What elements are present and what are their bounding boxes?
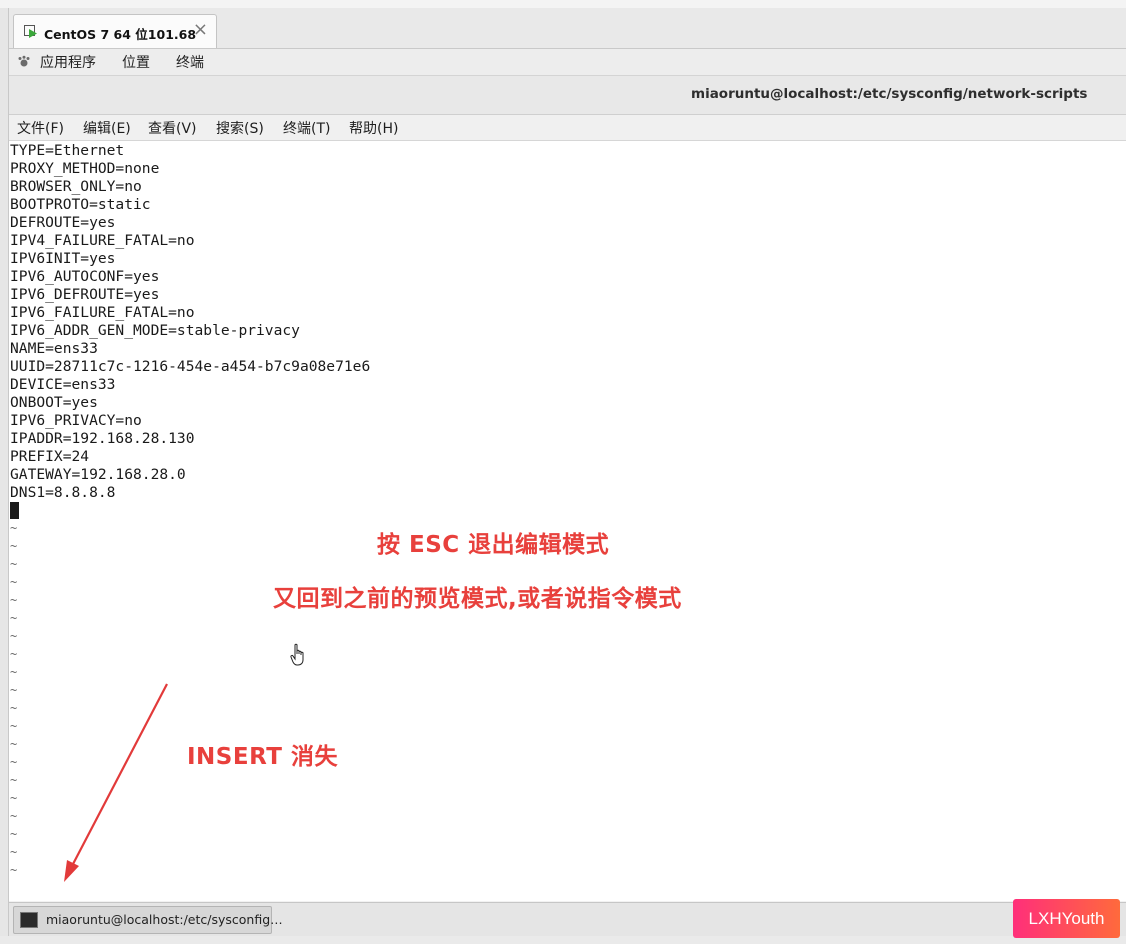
terminal-menubar: 文件(F) 编辑(E) 查看(V) 搜索(S) 终端(T) 帮助(H) xyxy=(9,115,1126,141)
file-line: DEFROUTE=yes xyxy=(10,214,116,231)
empty-line-tilde: ~ xyxy=(10,539,18,553)
empty-line-tilde: ~ xyxy=(10,773,18,787)
host-top-strip xyxy=(0,0,1126,8)
terminal-icon xyxy=(20,912,38,928)
vm-tab[interactable]: CentOS 7 64 位101.68 × xyxy=(13,14,217,48)
empty-line-tilde: ~ xyxy=(10,791,18,805)
file-line: DEVICE=ens33 xyxy=(10,376,116,393)
empty-line-tilde: ~ xyxy=(10,827,18,841)
menu-file[interactable]: 文件(F) xyxy=(17,118,64,138)
file-line: NAME=ens33 xyxy=(10,340,98,357)
file-line: UUID=28711c7c-1216-454e-a454-b7c9a08e71e… xyxy=(10,358,371,375)
taskbar: miaoruntu@localhost:/etc/sysconfig… xyxy=(9,902,1126,937)
file-line: BOOTPROTO=static xyxy=(10,196,151,213)
file-line: IPV6_FAILURE_FATAL=no xyxy=(10,304,195,321)
empty-line-tilde: ~ xyxy=(10,575,18,589)
taskbar-item-label: miaoruntu@localhost:/etc/sysconfig… xyxy=(46,912,283,927)
watermark-badge: LXHYouth xyxy=(1013,899,1120,938)
window-title: miaoruntu@localhost:/etc/sysconfig/netwo… xyxy=(691,86,1088,102)
file-line: IPV6_AUTOCONF=yes xyxy=(10,268,160,285)
empty-line-tilde: ~ xyxy=(10,719,18,733)
taskbar-terminal-item[interactable]: miaoruntu@localhost:/etc/sysconfig… xyxy=(13,906,283,934)
host-left-edge xyxy=(0,8,9,944)
annotation-esc: 按 ESC 退出编辑模式 xyxy=(377,532,610,559)
close-icon[interactable]: × xyxy=(193,20,208,40)
file-line: DNS1=8.8.8.8 xyxy=(10,484,116,501)
empty-line-tilde: ~ xyxy=(10,845,18,859)
empty-line-tilde: ~ xyxy=(10,683,18,697)
empty-line-tilde: ~ xyxy=(10,593,18,607)
file-line: ONBOOT=yes xyxy=(10,394,98,411)
file-line: IPV6_DEFROUTE=yes xyxy=(10,286,160,303)
terminal-title-bar[interactable]: miaoruntu@localhost:/etc/sysconfig/netwo… xyxy=(9,76,1126,115)
empty-line-tilde: ~ xyxy=(10,863,18,877)
menu-terminal-settings[interactable]: 终端(T) xyxy=(283,118,330,138)
file-line: IPADDR=192.168.28.130 xyxy=(10,430,195,447)
menu-search[interactable]: 搜索(S) xyxy=(216,118,264,138)
gnome-top-panel: 应用程序 位置 终端 xyxy=(9,49,1126,76)
apps-foot-icon xyxy=(18,55,30,67)
file-line: PREFIX=24 xyxy=(10,448,90,465)
empty-line-tilde: ~ xyxy=(10,665,18,679)
vm-tab-label: CentOS 7 64 位101.68 xyxy=(44,27,197,42)
empty-line-tilde: ~ xyxy=(10,809,18,823)
file-line: IPV6_PRIVACY=no xyxy=(10,412,142,429)
menu-places[interactable]: 位置 xyxy=(122,52,150,72)
file-line: GATEWAY=192.168.28.0 xyxy=(10,466,186,483)
file-line: TYPE=Ethernet xyxy=(10,142,125,159)
host-bottom-strip xyxy=(0,936,1126,944)
empty-line-tilde: ~ xyxy=(10,647,18,661)
file-line: PROXY_METHOD=none xyxy=(10,160,160,177)
empty-line-tilde: ~ xyxy=(10,701,18,715)
empty-line-tilde: ~ xyxy=(10,611,18,625)
empty-line-tilde: ~ xyxy=(10,629,18,643)
text-cursor xyxy=(10,502,19,519)
empty-line-markers: ~ ~ ~ ~ ~ ~ ~ ~ ~ ~ ~ ~ ~ ~ ~ ~ ~ ~ ~ ~ xyxy=(10,519,17,879)
empty-line-tilde: ~ xyxy=(10,557,18,571)
menu-view[interactable]: 查看(V) xyxy=(148,118,197,138)
empty-line-tilde: ~ xyxy=(10,755,18,769)
annotation-insert: INSERT 消失 xyxy=(187,744,338,771)
empty-line-tilde: ~ xyxy=(10,737,18,751)
menu-edit[interactable]: 编辑(E) xyxy=(83,118,131,138)
vm-tab-bar: CentOS 7 64 位101.68 × xyxy=(9,8,1126,49)
terminal-area[interactable]: TYPE=Ethernet PROXY_METHOD=none BROWSER_… xyxy=(9,141,1126,901)
menu-applications[interactable]: 应用程序 xyxy=(40,52,96,72)
menu-terminal[interactable]: 终端 xyxy=(176,52,204,72)
hand-pointer-icon xyxy=(290,643,304,666)
vm-play-icon xyxy=(24,25,37,38)
file-line: IPV6_ADDR_GEN_MODE=stable-privacy xyxy=(10,322,300,339)
file-line: IPV4_FAILURE_FATAL=no xyxy=(10,232,195,249)
file-line: BROWSER_ONLY=no xyxy=(10,178,142,195)
menu-help[interactable]: 帮助(H) xyxy=(349,118,398,138)
file-content: TYPE=Ethernet PROXY_METHOD=none BROWSER_… xyxy=(10,142,370,502)
annotation-mode: 又回到之前的预览模式,或者说指令模式 xyxy=(273,586,682,613)
empty-line-tilde: ~ xyxy=(10,521,18,535)
file-line: IPV6INIT=yes xyxy=(10,250,116,267)
